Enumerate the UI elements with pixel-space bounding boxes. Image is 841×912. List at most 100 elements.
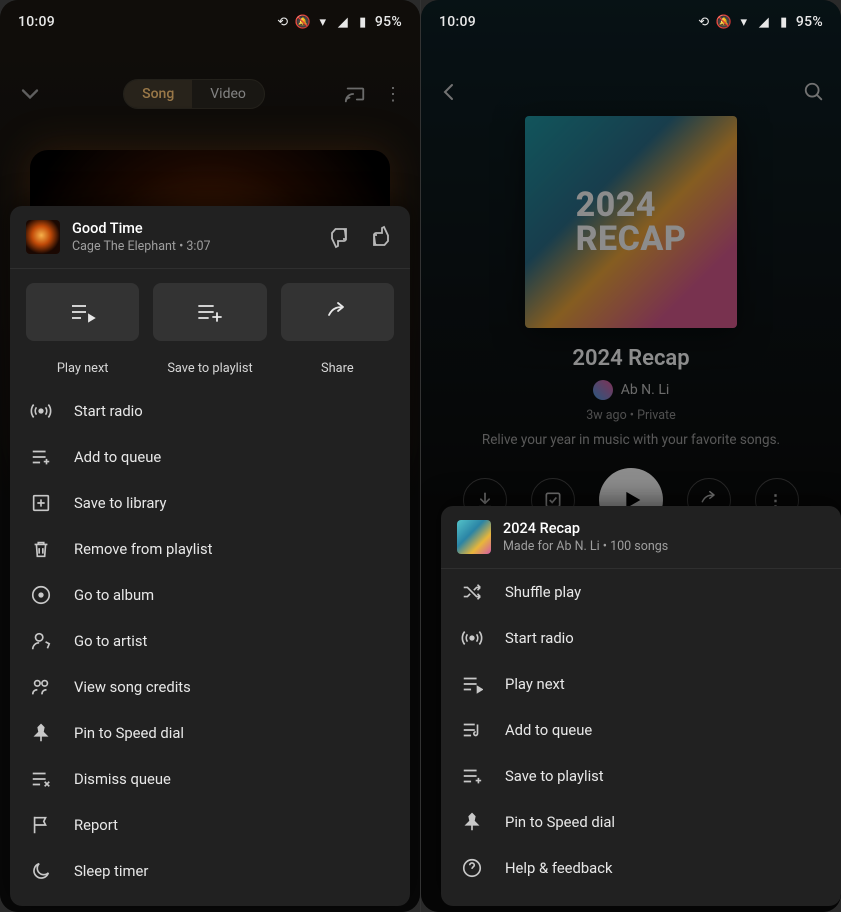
menu-label: Pin to Speed dial bbox=[505, 813, 615, 831]
menu-label: Shuffle play bbox=[505, 583, 581, 601]
menu-label: Add to queue bbox=[505, 721, 592, 739]
pin-speed-dial-item[interactable]: Pin to Speed dial bbox=[10, 710, 410, 756]
thumbs-down-icon[interactable] bbox=[326, 225, 350, 249]
view-credits-item[interactable]: View song credits bbox=[10, 664, 410, 710]
playlist-thumb bbox=[457, 520, 491, 554]
pin-icon bbox=[30, 722, 52, 744]
credits-icon bbox=[30, 676, 52, 698]
cast-icon[interactable] bbox=[344, 83, 366, 105]
track-title: Good Time bbox=[72, 220, 314, 237]
shuffle-play-item[interactable]: Shuffle play bbox=[441, 569, 841, 615]
playlist-title: 2024 Recap bbox=[421, 346, 841, 371]
battery-icon: ▮ bbox=[355, 14, 371, 30]
save-library-item[interactable]: Save to library bbox=[10, 480, 410, 526]
radio-icon bbox=[30, 400, 52, 422]
help-icon bbox=[461, 857, 483, 879]
wifi-icon: ▾ bbox=[736, 14, 752, 30]
save-to-playlist-label: Save to playlist bbox=[167, 361, 252, 376]
back-icon[interactable] bbox=[437, 80, 461, 104]
dismiss-queue-item[interactable]: Dismiss queue bbox=[10, 756, 410, 802]
save-to-playlist-button[interactable]: Save to playlist bbox=[153, 283, 266, 376]
start-radio-item[interactable]: Start radio bbox=[10, 388, 410, 434]
link-icon: ⟲ bbox=[696, 14, 712, 30]
search-icon[interactable] bbox=[803, 81, 825, 103]
pin-icon bbox=[461, 811, 483, 833]
right-screenshot: 2024RECAP 2024 Recap Ab N. Li 3w ago • P… bbox=[421, 0, 841, 912]
song-video-segmented[interactable]: Song Video bbox=[123, 79, 265, 109]
signal-icon: ◢ bbox=[756, 14, 772, 30]
start-radio-item[interactable]: Start radio bbox=[441, 615, 841, 661]
flag-icon bbox=[30, 814, 52, 836]
thumbs-up-icon[interactable] bbox=[370, 225, 394, 249]
status-bar: 10:09 ⟲ 🔕 ▾ ◢ ▮ 95% bbox=[0, 0, 420, 44]
clock: 10:09 bbox=[18, 14, 55, 30]
menu-label: Play next bbox=[505, 675, 565, 693]
link-icon: ⟲ bbox=[275, 14, 291, 30]
album-icon bbox=[30, 584, 52, 606]
playlist-menu: Shuffle play Start radio Play next Add t… bbox=[441, 569, 841, 906]
share-button[interactable]: Share bbox=[281, 283, 394, 376]
remove-playlist-item[interactable]: Remove from playlist bbox=[10, 526, 410, 572]
playlist-bottom-sheet: 2024 Recap Made for Ab N. Li • 100 songs… bbox=[441, 506, 841, 906]
share-label: Share bbox=[321, 361, 354, 376]
battery-icon: ▮ bbox=[776, 14, 792, 30]
menu-label: Help & feedback bbox=[505, 859, 612, 877]
radio-icon bbox=[461, 627, 483, 649]
sheet-title: 2024 Recap bbox=[503, 520, 825, 537]
menu-label: Dismiss queue bbox=[74, 770, 171, 788]
mute-icon: 🔕 bbox=[716, 14, 732, 30]
playlist-meta: 3w ago • Private bbox=[421, 408, 841, 423]
add-queue-item[interactable]: Add to queue bbox=[441, 707, 841, 753]
play-next-button[interactable]: Play next bbox=[26, 283, 139, 376]
sheet-subtitle: Made for Ab N. Li • 100 songs bbox=[503, 539, 825, 554]
owner-avatar bbox=[593, 380, 613, 400]
signal-icon: ◢ bbox=[335, 14, 351, 30]
left-screenshot: Song Video ⋮ 10:09 ⟲ 🔕 ▾ ◢ ▮ 95% bbox=[0, 0, 420, 912]
menu-label: Save to playlist bbox=[505, 767, 604, 785]
playlist-cover: 2024RECAP bbox=[525, 116, 737, 328]
wifi-icon: ▾ bbox=[315, 14, 331, 30]
play-next-label: Play next bbox=[57, 361, 109, 376]
menu-label: Start radio bbox=[74, 402, 143, 420]
sheet-header: Good Time Cage The Elephant • 3:07 bbox=[10, 206, 410, 269]
collapse-chevron-icon[interactable] bbox=[16, 80, 44, 108]
battery-percent: 95% bbox=[375, 14, 402, 30]
menu-label: Save to library bbox=[74, 494, 167, 512]
sheet-header: 2024 Recap Made for Ab N. Li • 100 songs bbox=[441, 506, 841, 569]
shuffle-icon bbox=[461, 581, 483, 603]
song-bottom-sheet: Good Time Cage The Elephant • 3:07 Play … bbox=[10, 206, 410, 906]
quick-actions: Play next Save to playlist Share bbox=[10, 269, 410, 382]
playlist-owner[interactable]: Ab N. Li bbox=[421, 380, 841, 400]
report-item[interactable]: Report bbox=[10, 802, 410, 848]
mute-icon: 🔕 bbox=[295, 14, 311, 30]
play-next-icon bbox=[461, 673, 483, 695]
menu-label: Add to queue bbox=[74, 448, 161, 466]
pin-speed-dial-item[interactable]: Pin to Speed dial bbox=[441, 799, 841, 845]
clock: 10:09 bbox=[439, 14, 476, 30]
sleep-timer-item[interactable]: Sleep timer bbox=[10, 848, 410, 894]
track-subtitle: Cage The Elephant • 3:07 bbox=[72, 239, 314, 254]
menu-label: Pin to Speed dial bbox=[74, 724, 184, 742]
playlist-add-icon bbox=[461, 765, 483, 787]
more-icon[interactable]: ⋮ bbox=[384, 84, 404, 105]
go-album-item[interactable]: Go to album bbox=[10, 572, 410, 618]
menu-label: Go to album bbox=[74, 586, 154, 604]
library-add-icon bbox=[30, 492, 52, 514]
seg-song[interactable]: Song bbox=[124, 80, 192, 108]
go-artist-item[interactable]: Go to artist bbox=[10, 618, 410, 664]
playlist-desc: Relive your year in music with your favo… bbox=[421, 432, 841, 448]
menu-label: Start radio bbox=[505, 629, 574, 647]
menu-label: Sleep timer bbox=[74, 862, 148, 880]
add-queue-item[interactable]: Add to queue bbox=[10, 434, 410, 480]
save-playlist-item[interactable]: Save to playlist bbox=[441, 753, 841, 799]
track-thumb bbox=[26, 220, 60, 254]
help-feedback-item[interactable]: Help & feedback bbox=[441, 845, 841, 891]
play-next-item[interactable]: Play next bbox=[441, 661, 841, 707]
queue-icon bbox=[30, 446, 52, 468]
song-menu: Start radio Add to queue Save to library… bbox=[10, 382, 410, 906]
seg-video[interactable]: Video bbox=[192, 80, 264, 108]
trash-icon bbox=[30, 538, 52, 560]
owner-name: Ab N. Li bbox=[621, 382, 670, 398]
battery-percent: 95% bbox=[796, 14, 823, 30]
status-bar: 10:09 ⟲ 🔕 ▾ ◢ ▮ 95% bbox=[421, 0, 841, 44]
